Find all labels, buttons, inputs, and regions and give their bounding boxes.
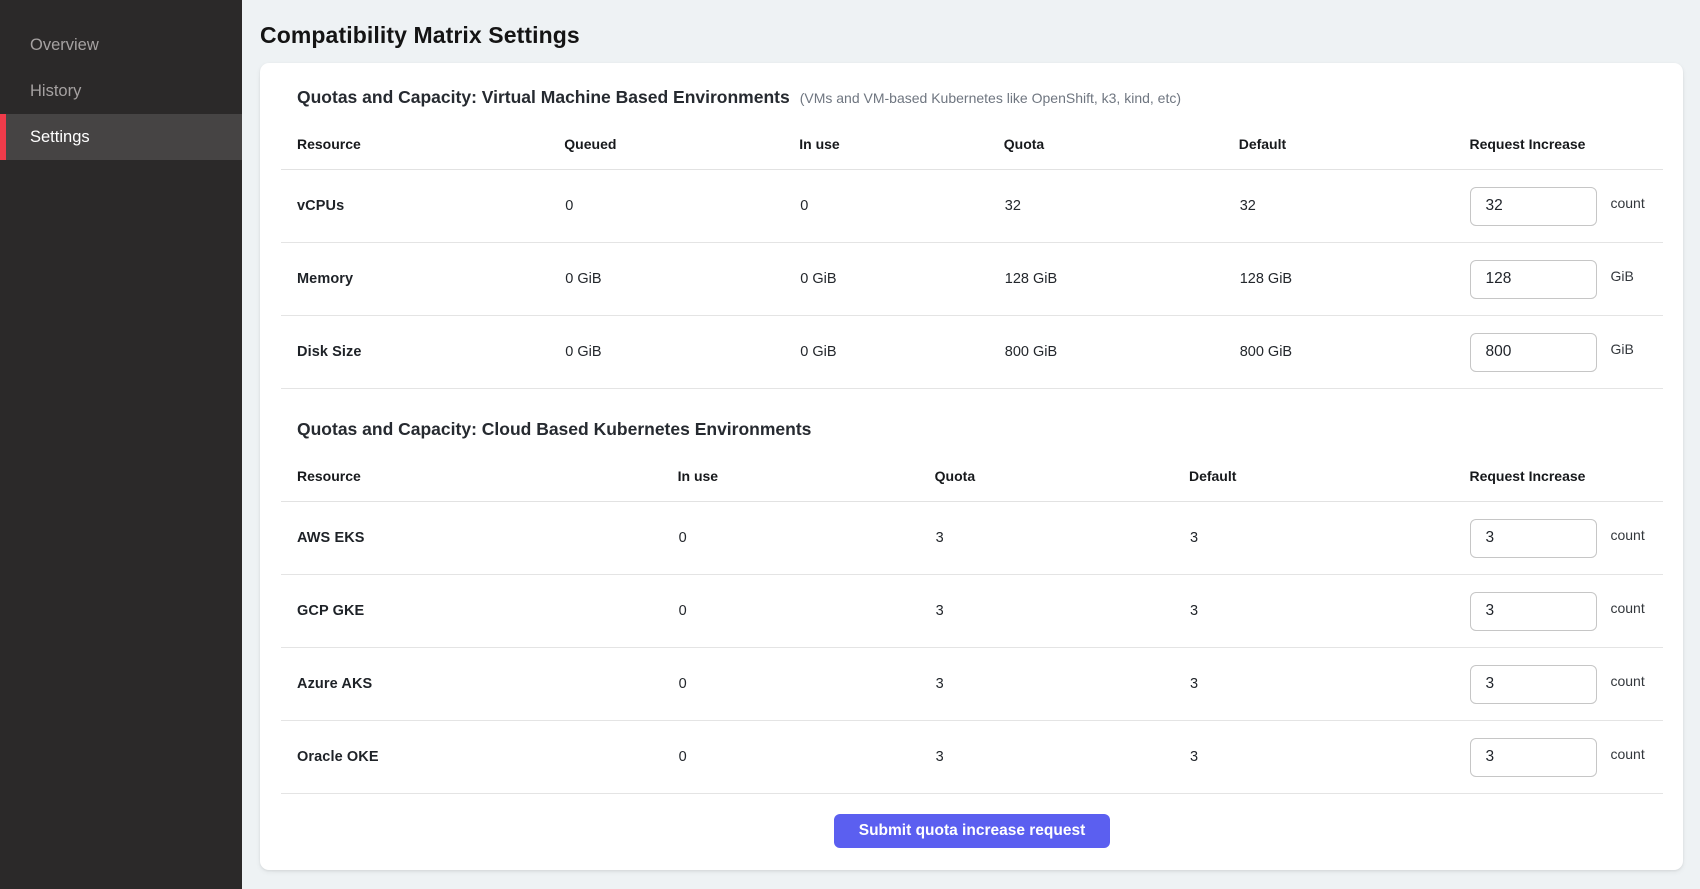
- quota-value: 800 GiB: [1004, 316, 1239, 389]
- resource-label: Azure AKS: [281, 648, 678, 721]
- default-value: 3: [1189, 575, 1470, 648]
- unit-label: count: [1610, 527, 1644, 543]
- queued-value: 0 GiB: [564, 243, 799, 316]
- col-header-default: Default: [1189, 446, 1470, 502]
- default-value: 800 GiB: [1239, 316, 1470, 389]
- sidebar-item-label: Overview: [30, 36, 99, 55]
- sidebar-item-overview[interactable]: Overview: [0, 22, 242, 68]
- in-use-value: 0 GiB: [799, 316, 1004, 389]
- cloud-table-header-row: Resource In use Quota Default Request In…: [281, 446, 1663, 502]
- resource-label: vCPUs: [281, 170, 564, 243]
- quota-value: 3: [935, 575, 1189, 648]
- col-header-request-increase: Request Increase: [1469, 446, 1663, 502]
- unit-label: count: [1610, 746, 1644, 762]
- cloud-quota-table: Resource In use Quota Default Request In…: [281, 446, 1663, 794]
- disk-size-request-input[interactable]: [1470, 333, 1597, 372]
- azure-aks-request-input[interactable]: [1470, 665, 1597, 704]
- in-use-value: 0: [678, 502, 935, 575]
- in-use-value: 0: [678, 575, 935, 648]
- request-increase-cell: count: [1470, 187, 1662, 226]
- in-use-value: 0: [678, 721, 935, 794]
- cloud-section-header: Quotas and Capacity: Cloud Based Kuberne…: [297, 419, 1663, 440]
- default-value: 3: [1189, 648, 1470, 721]
- sidebar-item-history[interactable]: History: [0, 68, 242, 114]
- default-value: 3: [1189, 721, 1470, 794]
- default-value: 3: [1189, 502, 1470, 575]
- queued-value: 0 GiB: [564, 316, 799, 389]
- resource-label: Memory: [281, 243, 564, 316]
- queued-value: 0: [564, 170, 799, 243]
- submit-quota-increase-button[interactable]: Submit quota increase request: [834, 814, 1111, 848]
- col-header-queued: Queued: [564, 114, 799, 170]
- request-increase-cell: count: [1470, 738, 1662, 777]
- vm-quota-table: Resource Queued In use Quota Default Req…: [281, 114, 1663, 389]
- unit-label: GiB: [1610, 341, 1633, 357]
- vm-table-header-row: Resource Queued In use Quota Default Req…: [281, 114, 1663, 170]
- settings-card: Quotas and Capacity: Virtual Machine Bas…: [260, 63, 1683, 870]
- quota-value: 3: [935, 502, 1189, 575]
- request-increase-cell: count: [1470, 592, 1662, 631]
- main-content: Compatibility Matrix Settings Quotas and…: [242, 0, 1700, 889]
- table-row-azure-aks: Azure AKS 0 3 3 count: [281, 648, 1663, 721]
- sidebar-item-settings[interactable]: Settings: [0, 114, 242, 160]
- request-increase-cell: GiB: [1470, 333, 1662, 372]
- table-row-disk-size: Disk Size 0 GiB 0 GiB 800 GiB 800 GiB Gi…: [281, 316, 1663, 389]
- in-use-value: 0: [799, 170, 1004, 243]
- aws-eks-request-input[interactable]: [1470, 519, 1597, 558]
- oracle-oke-request-input[interactable]: [1470, 738, 1597, 777]
- table-row-aws-eks: AWS EKS 0 3 3 count: [281, 502, 1663, 575]
- gcp-gke-request-input[interactable]: [1470, 592, 1597, 631]
- request-increase-cell: count: [1470, 519, 1662, 558]
- card-footer: Submit quota increase request: [281, 814, 1663, 848]
- col-header-quota: Quota: [935, 446, 1189, 502]
- col-header-quota: Quota: [1004, 114, 1239, 170]
- in-use-value: 0: [678, 648, 935, 721]
- vm-section-title: Quotas and Capacity: Virtual Machine Bas…: [297, 87, 790, 108]
- table-row-memory: Memory 0 GiB 0 GiB 128 GiB 128 GiB GiB: [281, 243, 1663, 316]
- cloud-section-title: Quotas and Capacity: Cloud Based Kuberne…: [297, 419, 811, 440]
- quota-value: 32: [1004, 170, 1239, 243]
- request-increase-cell: GiB: [1470, 260, 1662, 299]
- col-header-default: Default: [1239, 114, 1470, 170]
- col-header-resource: Resource: [281, 114, 564, 170]
- table-row-vcpus: vCPUs 0 0 32 32 count: [281, 170, 1663, 243]
- resource-label: GCP GKE: [281, 575, 678, 648]
- resource-label: AWS EKS: [281, 502, 678, 575]
- page-title: Compatibility Matrix Settings: [260, 18, 1683, 52]
- vm-section-subtitle: (VMs and VM-based Kubernetes like OpenSh…: [800, 90, 1181, 106]
- quota-value: 128 GiB: [1004, 243, 1239, 316]
- col-header-in-use: In use: [799, 114, 1004, 170]
- resource-label: Disk Size: [281, 316, 564, 389]
- table-row-oracle-oke: Oracle OKE 0 3 3 count: [281, 721, 1663, 794]
- quota-value: 3: [935, 648, 1189, 721]
- col-header-resource: Resource: [281, 446, 678, 502]
- unit-label: count: [1610, 600, 1644, 616]
- vcpus-request-input[interactable]: [1470, 187, 1597, 226]
- unit-label: GiB: [1610, 268, 1633, 284]
- sidebar-item-label: Settings: [30, 128, 90, 147]
- memory-request-input[interactable]: [1470, 260, 1597, 299]
- sidebar-item-label: History: [30, 82, 81, 101]
- sidebar: Overview History Settings: [0, 0, 242, 889]
- in-use-value: 0 GiB: [799, 243, 1004, 316]
- unit-label: count: [1610, 673, 1644, 689]
- resource-label: Oracle OKE: [281, 721, 678, 794]
- quota-value: 3: [935, 721, 1189, 794]
- default-value: 128 GiB: [1239, 243, 1470, 316]
- vm-section-header: Quotas and Capacity: Virtual Machine Bas…: [297, 87, 1663, 108]
- table-row-gcp-gke: GCP GKE 0 3 3 count: [281, 575, 1663, 648]
- col-header-in-use: In use: [678, 446, 935, 502]
- request-increase-cell: count: [1470, 665, 1662, 704]
- unit-label: count: [1610, 195, 1644, 211]
- col-header-request-increase: Request Increase: [1469, 114, 1663, 170]
- default-value: 32: [1239, 170, 1470, 243]
